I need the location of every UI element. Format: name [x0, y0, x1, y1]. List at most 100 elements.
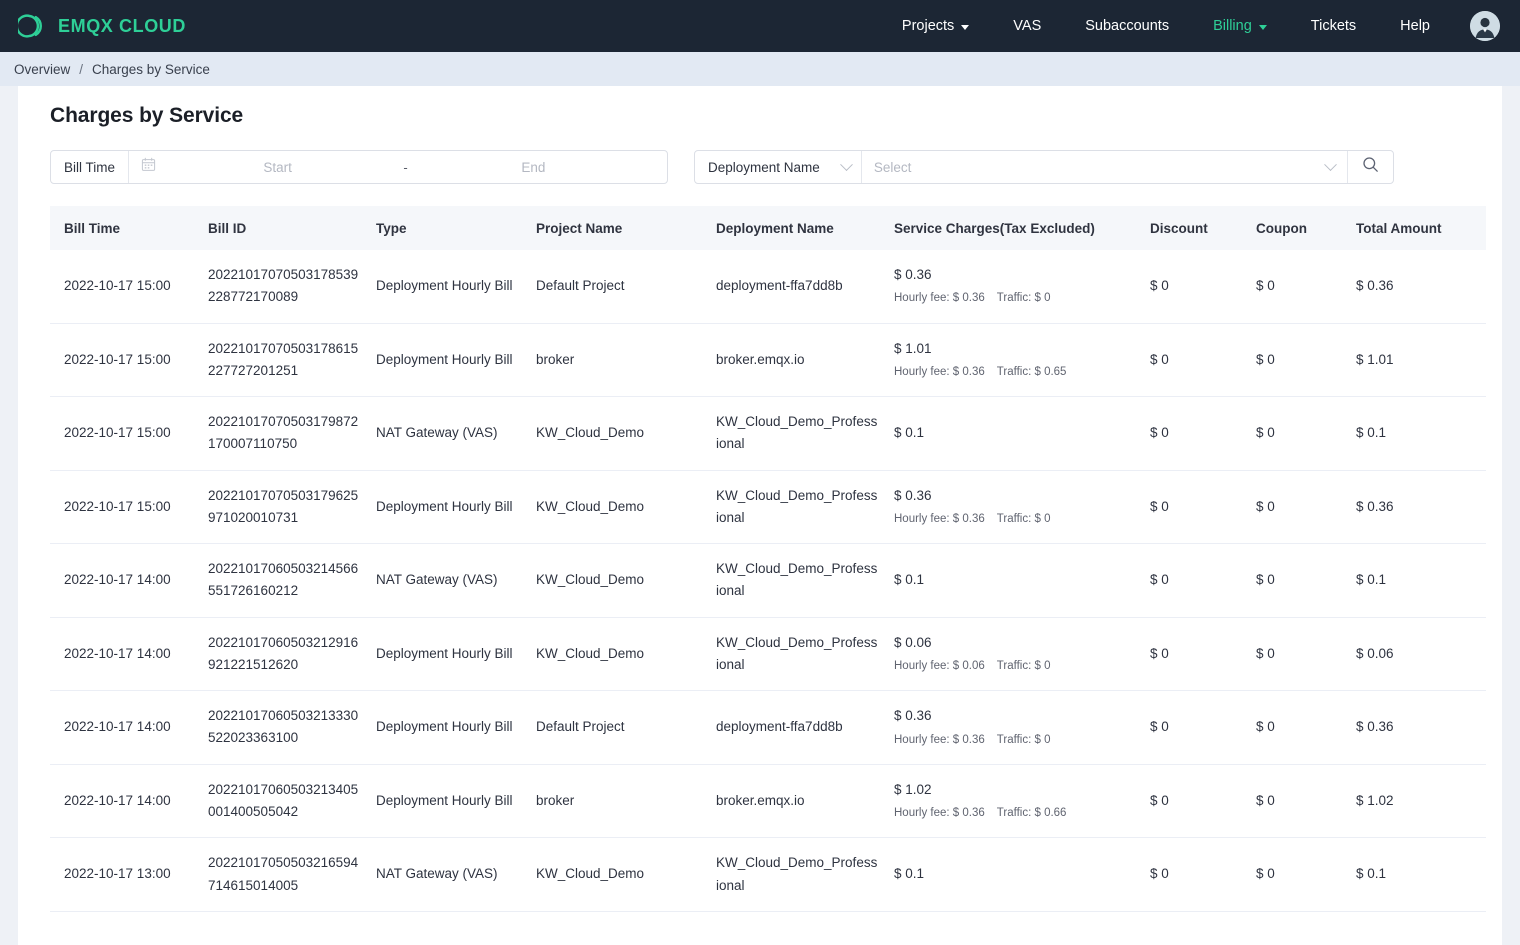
cell-bill-id-value: 20221017060503214566551726160212: [208, 561, 359, 599]
cell-service-charges: $ 1.01 Hourly fee: $ 0.36 Traffic: $ 0.65: [894, 323, 1150, 398]
table-row[interactable]: 2022-10-17 15:00 202210170705031786152277…: [50, 323, 1486, 398]
cell-bill-id-value: 20221017070503179625971020010731: [208, 487, 359, 525]
date-range-picker[interactable]: Start - End: [129, 151, 667, 183]
cell-bill-time-value: 2022-10-17 15:00: [64, 351, 171, 367]
cell-type-value: NAT Gateway (VAS): [376, 572, 498, 588]
cell-bill-id: 20221017070503179872170007110750: [208, 396, 376, 471]
table-row[interactable]: 2022-10-17 15:00 202210170705031798721700…: [50, 396, 1486, 471]
chevron-down-icon: [1323, 157, 1337, 171]
cell-bill-time: 2022-10-17 14:00: [50, 764, 208, 839]
cell-project-name: Default Project: [536, 250, 716, 324]
cell-bill-time: 2022-10-17 15:00: [50, 396, 208, 471]
column-header-coupon: Coupon: [1256, 206, 1356, 250]
cell-total-amount-value: $ 0.1: [1356, 425, 1387, 441]
cell-bill-id-value: 20221017060503212916921221512620: [208, 634, 359, 672]
cell-coupon-value: $ 0: [1256, 866, 1275, 882]
cell-coupon-value: $ 0: [1256, 645, 1275, 661]
breadcrumb-separator: /: [79, 61, 84, 77]
charges-table: Bill Time Bill ID Type Project Name Depl…: [50, 206, 1486, 912]
table-row[interactable]: 2022-10-17 14:00 202210170605032129169212…: [50, 617, 1486, 692]
cell-coupon: $ 0: [1256, 470, 1356, 545]
cell-project-name: Default Project: [536, 690, 716, 765]
cell-coupon: $ 0: [1256, 543, 1356, 618]
brand-name: EMQX CLOUD: [58, 15, 187, 36]
nav-item-help[interactable]: Help: [1378, 0, 1452, 52]
nav-label: Tickets: [1310, 18, 1357, 34]
cell-project-name-value: KW_Cloud_Demo: [536, 866, 645, 882]
cell-type-value: NAT Gateway (VAS): [376, 425, 498, 441]
table-row[interactable]: 2022-10-17 14:00 202210170605032145665517…: [50, 543, 1486, 618]
cell-discount: $ 0: [1150, 690, 1256, 765]
hourly-fee-text: Hourly fee: $ 0.36: [894, 733, 985, 746]
cell-service-charges: $ 0.36 Hourly fee: $ 0.36 Traffic: $ 0: [894, 690, 1150, 765]
cell-deployment-name-value: deployment-ffa7dd8b: [716, 278, 843, 294]
cell-type: Deployment Hourly Bill: [376, 470, 536, 545]
nav-label: Subaccounts: [1085, 18, 1170, 34]
cell-deployment-name-value: broker.emqx.io: [716, 792, 805, 808]
deployment-select[interactable]: Select: [862, 151, 1347, 183]
cell-service-charges: $ 0.1: [894, 396, 1150, 471]
cell-discount-value: $ 0: [1150, 351, 1169, 367]
cell-bill-id-value: 20221017070503178615227727201251: [208, 340, 359, 378]
nav-item-vas[interactable]: VAS: [991, 0, 1063, 52]
cell-bill-id: 20221017060503213405001400505042: [208, 764, 376, 839]
cell-total-amount: $ 1.02: [1356, 764, 1486, 839]
deployment-select-placeholder: Select: [873, 159, 912, 175]
cell-total-amount: $ 1.01: [1356, 323, 1486, 398]
cell-type-value: NAT Gateway (VAS): [376, 866, 498, 882]
bill-time-field-label[interactable]: Bill Time: [51, 151, 130, 183]
nav-label: VAS: [1013, 18, 1042, 34]
cell-bill-time: 2022-10-17 14:00: [50, 690, 208, 765]
search-button[interactable]: [1346, 151, 1393, 183]
brand-logo-link[interactable]: EMQX CLOUD: [18, 11, 186, 41]
cell-total-amount: $ 0.1: [1356, 543, 1486, 618]
cell-coupon-value: $ 0: [1256, 792, 1275, 808]
end-date-input[interactable]: End: [412, 160, 655, 175]
hourly-fee-text: Hourly fee: $ 0.36: [894, 365, 985, 378]
nav-item-subaccounts[interactable]: Subaccounts: [1063, 0, 1191, 52]
nav-item-billing[interactable]: Billing: [1191, 0, 1289, 52]
emqx-logo-icon: [18, 11, 48, 41]
cell-deployment-name-value: KW_Cloud_Demo_Professional: [716, 855, 878, 893]
cell-deployment-name: deployment-ffa7dd8b: [716, 690, 894, 765]
cell-project-name-value: KW_Cloud_Demo: [536, 572, 645, 588]
cell-coupon-value: $ 0: [1256, 278, 1275, 294]
cell-project-name-value: KW_Cloud_Demo: [536, 498, 645, 514]
deployment-field-label: Deployment Name: [708, 159, 820, 175]
table-row[interactable]: 2022-10-17 13:00 202210170505032165947146…: [50, 837, 1486, 912]
cell-bill-time: 2022-10-17 15:00: [50, 250, 208, 324]
service-charges-amount: $ 0.1: [894, 572, 925, 588]
cell-bill-id: 20221017070503178539228772170089: [208, 250, 376, 324]
cell-total-amount: $ 0.36: [1356, 470, 1486, 545]
column-header-bill-id: Bill ID: [208, 206, 376, 250]
table-row[interactable]: 2022-10-17 14:00 202210170605032134050014…: [50, 764, 1486, 839]
main-nav: Projects VAS Subaccounts Billing Tickets…: [880, 0, 1504, 52]
table-row[interactable]: 2022-10-17 15:00 202210170705031796259710…: [50, 470, 1486, 545]
cell-coupon-value: $ 0: [1256, 719, 1275, 735]
service-charges-amount: $ 1.02: [894, 781, 932, 797]
traffic-fee-text: Traffic: $ 0.66: [996, 807, 1067, 820]
cell-total-amount-value: $ 1.02: [1356, 792, 1394, 808]
traffic-fee-text: Traffic: $ 0: [996, 660, 1051, 673]
table-row[interactable]: 2022-10-17 14:00 202210170605032133305220…: [50, 690, 1486, 765]
breadcrumb-item-overview[interactable]: Overview: [14, 62, 70, 77]
cell-type: Deployment Hourly Bill: [376, 250, 536, 324]
nav-item-projects[interactable]: Projects: [880, 0, 991, 52]
cell-discount-value: $ 0: [1150, 719, 1169, 735]
cell-coupon-value: $ 0: [1256, 425, 1275, 441]
cell-deployment-name-value: KW_Cloud_Demo_Professional: [716, 561, 878, 599]
cell-coupon-value: $ 0: [1256, 572, 1275, 588]
cell-coupon: $ 0: [1256, 396, 1356, 471]
cell-type-value: Deployment Hourly Bill: [376, 645, 513, 661]
table-row[interactable]: 2022-10-17 15:00 202210170705031785392287…: [50, 250, 1486, 324]
nav-item-tickets[interactable]: Tickets: [1289, 0, 1378, 52]
start-date-input[interactable]: Start: [156, 160, 399, 175]
deployment-name-dropdown[interactable]: Deployment Name: [695, 151, 862, 183]
user-avatar-icon[interactable]: [1470, 11, 1500, 41]
cell-project-name: KW_Cloud_Demo: [536, 470, 716, 545]
cell-deployment-name-value: KW_Cloud_Demo_Professional: [716, 634, 878, 672]
cell-total-amount: $ 0.06: [1356, 617, 1486, 692]
column-header-discount: Discount: [1150, 206, 1256, 250]
hourly-fee-text: Hourly fee: $ 0.36: [894, 292, 985, 305]
nav-label: Help: [1400, 18, 1430, 34]
